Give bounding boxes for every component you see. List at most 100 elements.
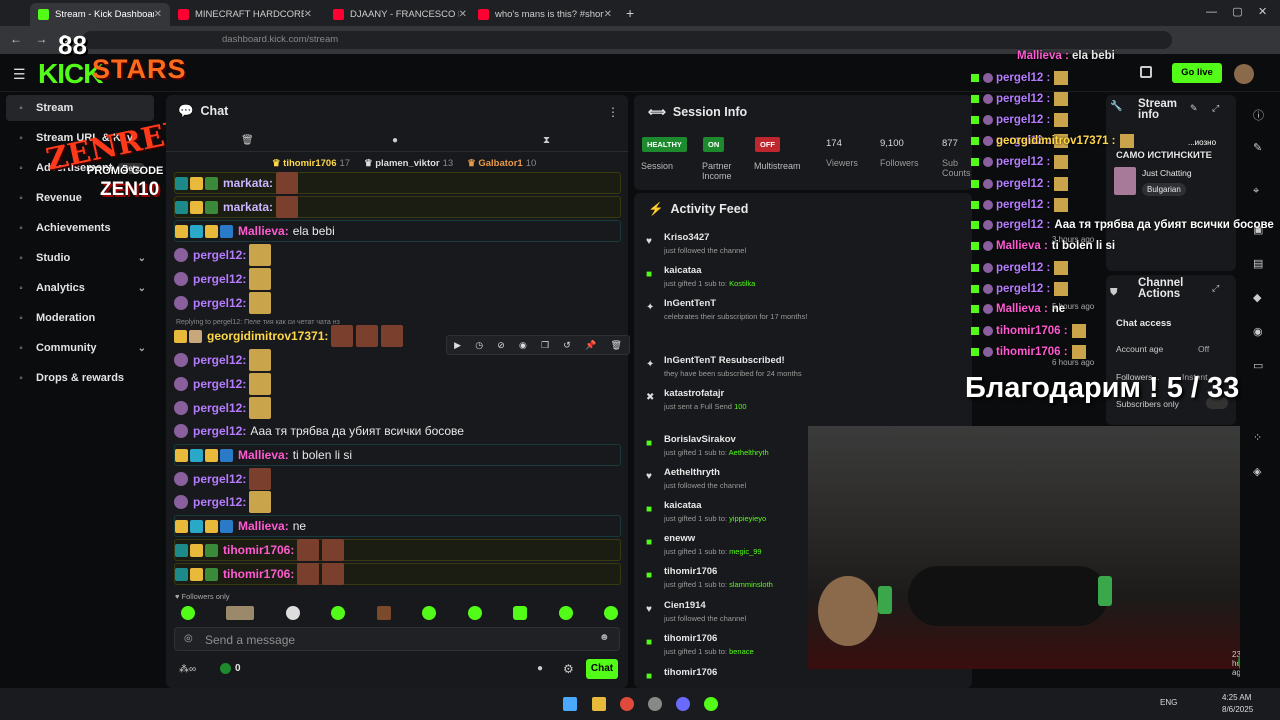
emote-image[interactable] [249, 292, 272, 314]
chat-username[interactable]: pergel12: [193, 353, 246, 367]
clock-time[interactable]: 4:25 AM [1222, 693, 1251, 702]
discord-icon[interactable] [676, 697, 690, 711]
activity-item[interactable]: ✦ InGentTenT Resubscribed! they have been … [640, 352, 970, 385]
activity-item[interactable]: ✖ katastrofatajr just sent a Full Send 100 [640, 385, 970, 418]
chat-message[interactable]: pergel12: [174, 397, 621, 419]
chat-username[interactable]: pergel12: [193, 424, 246, 438]
windows-start-icon[interactable] [563, 697, 577, 711]
leaderboard-entry[interactable]: ♛ Galbator1 10 [467, 158, 536, 169]
delete-icon[interactable]: 🗑 [610, 340, 621, 351]
emote-9[interactable] [558, 606, 573, 620]
browser-tab[interactable]: Stream - Kick Dashboard ✕ [30, 3, 170, 26]
chat-message[interactable]: markata: [174, 196, 621, 218]
gear-icon[interactable]: ⚙ [563, 662, 574, 676]
emote-4[interactable] [331, 606, 346, 620]
chat-message[interactable]: Mallieva: ela bebi [174, 220, 621, 242]
emote-1[interactable] [181, 606, 195, 620]
emote-image[interactable] [276, 196, 299, 218]
message-icon[interactable]: ◆ [1253, 291, 1261, 304]
play-icon[interactable]: ▶ [454, 340, 461, 351]
emote-image[interactable] [322, 563, 345, 585]
emote-image[interactable] [249, 373, 272, 395]
emote-image[interactable] [249, 268, 272, 290]
slash-icon[interactable]: ⊘ [497, 340, 505, 351]
emote-2[interactable] [226, 606, 255, 620]
emote-image[interactable] [322, 539, 345, 561]
account-age-value[interactable]: Off [1198, 344, 1209, 354]
chat-message[interactable]: pergel12: [174, 244, 621, 266]
tv-icon[interactable]: ▭ [1253, 359, 1263, 372]
activity-item[interactable]: ■ kaicataa just gifted 1 sub to: Kostilka [640, 262, 970, 295]
dots-icon[interactable]: ⁘ [1253, 431, 1262, 444]
chat-message[interactable]: pergel12: [174, 292, 621, 314]
chat-username[interactable]: tihomir1706: [223, 567, 294, 581]
new-tab-button[interactable]: + [626, 5, 634, 21]
clock-icon[interactable]: ◷ [475, 340, 483, 351]
sidebar-item-analytics[interactable]: ◦ Analytics ⌄ [6, 275, 154, 301]
chrome-icon[interactable] [620, 697, 634, 711]
emote-6[interactable] [422, 606, 437, 620]
emote-image[interactable] [249, 491, 272, 513]
bubble-icon[interactable]: ● [392, 135, 398, 146]
chat-username[interactable]: tihomir1706: [223, 543, 294, 557]
explorer-icon[interactable] [592, 697, 606, 711]
chat-message[interactable]: pergel12: [174, 468, 621, 490]
clock-date[interactable]: 8/6/2025 [1222, 705, 1253, 714]
chat-bubble-icon[interactable]: ● [537, 663, 543, 674]
edit-icon[interactable]: ✎ [1190, 103, 1198, 114]
chevron-down-icon[interactable]: ⌄ [138, 253, 146, 264]
emote-image[interactable] [249, 397, 272, 419]
lang-indicator[interactable]: ENG [1160, 698, 1177, 707]
activity-item[interactable]: ✦ InGentTenT celebrates their subscription… [640, 295, 970, 328]
emote-image[interactable] [276, 172, 299, 194]
trash-icon[interactable]: 🗑 [241, 135, 254, 146]
browser-tab[interactable]: who's mans is this? #shorts #st✕ [470, 3, 620, 26]
chat-username[interactable]: markata: [223, 200, 273, 214]
chat-message[interactable]: pergel12: [174, 373, 621, 395]
activity-item[interactable]: ♥ Kriso3427 just followed the channel [640, 229, 970, 262]
emote-7[interactable] [467, 606, 482, 620]
diamond-icon[interactable]: ◈ [1253, 465, 1261, 478]
emote-8[interactable] [513, 606, 528, 620]
leaderboard-entry[interactable]: ♛ tihomir1706 17 [272, 158, 350, 169]
chat-message[interactable]: pergel12: Ааа тя трябва да убият всички б… [174, 420, 621, 442]
leaderboard-entry[interactable]: ♛ plamen_viktor 13 [364, 158, 453, 169]
chat-message[interactable]: pergel12: [174, 491, 621, 513]
chat-username[interactable]: pergel12: [193, 248, 246, 262]
chat-message[interactable]: tihomir1706: [174, 563, 621, 585]
emote-3[interactable] [285, 606, 300, 620]
chat-username[interactable]: pergel12: [193, 401, 246, 415]
chat-message[interactable]: tihomir1706: [174, 539, 621, 561]
chat-username[interactable]: pergel12: [193, 272, 246, 286]
sidebar-item-stream[interactable]: ◦ Stream [6, 95, 154, 121]
chat-username[interactable]: markata: [223, 176, 273, 190]
smiley-icon[interactable]: ☻ [599, 632, 610, 643]
chat-username[interactable]: Mallieva: [238, 519, 289, 533]
window-controls[interactable]: — ▢ ✕ [1206, 5, 1267, 18]
emote-image[interactable] [331, 325, 354, 347]
go-live-button[interactable]: Go live [1172, 63, 1222, 83]
chat-username[interactable]: Mallieva: [238, 224, 289, 238]
url-field[interactable]: dashboard.kick.com/stream [82, 31, 1172, 49]
undo-icon[interactable]: ↺ [563, 340, 571, 351]
doc-icon[interactable]: ▤ [1253, 257, 1263, 270]
broadcast-icon[interactable]: ◉ [1253, 325, 1263, 338]
chat-username[interactable]: pergel12: [193, 495, 246, 509]
send-chat-button[interactable]: Chat [586, 659, 618, 679]
emote-image[interactable] [249, 244, 272, 266]
kick-app-icon[interactable] [704, 697, 718, 711]
chat-username[interactable]: pergel12: [193, 377, 246, 391]
chat-username[interactable]: pergel12: [193, 472, 246, 486]
emote-image[interactable] [356, 325, 379, 347]
chat-message[interactable]: Mallieva: ti bolen li si [174, 444, 621, 466]
popout-icon[interactable]: ⤢ [1212, 103, 1219, 114]
focus-icon[interactable]: ⌖ [1253, 185, 1259, 198]
sidebar-item-moderation[interactable]: ◦ Moderation [6, 305, 154, 331]
sidebar-item-achievements[interactable]: ◦ Achievements [6, 215, 154, 241]
emote-image[interactable] [249, 468, 272, 490]
infinity-icon[interactable]: ⁂∞ [179, 664, 196, 675]
emote-image[interactable] [249, 349, 272, 371]
kebab-icon[interactable]: ⋮ [607, 105, 619, 119]
tab-close-icon[interactable]: ✕ [304, 9, 312, 20]
emote-image[interactable] [297, 539, 320, 561]
